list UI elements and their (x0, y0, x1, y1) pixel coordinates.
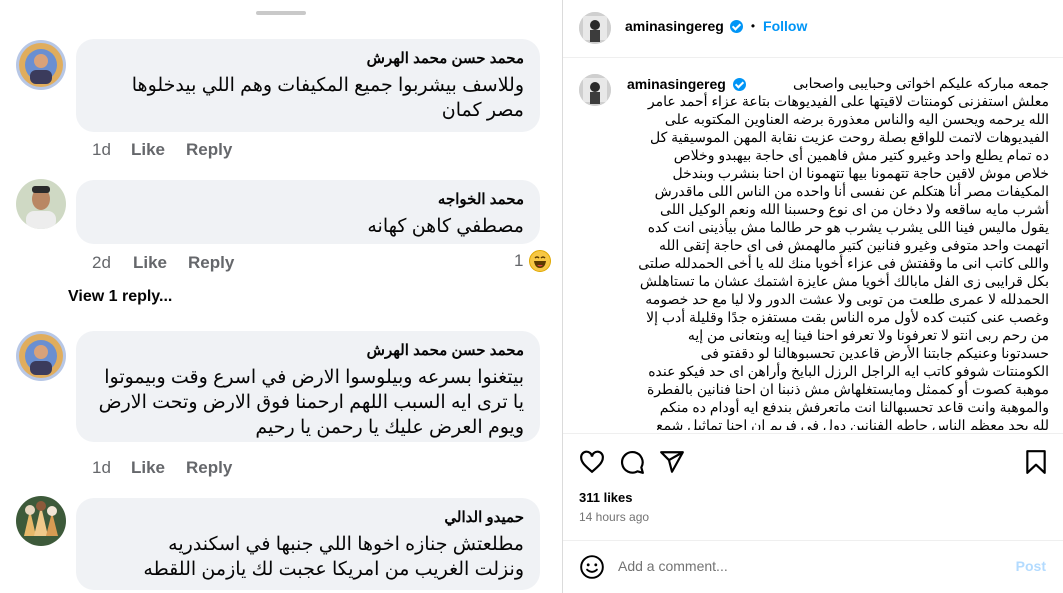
comments-panel: محمد حسن محمد الهرش وللاسف بيشربوا جميع … (0, 0, 562, 593)
comment-author[interactable]: محمد حسن محمد الهرش (92, 49, 524, 69)
avatar[interactable] (579, 12, 611, 44)
comment-bubble: محمد الخواجه مصطفي كاهن كهانه (76, 180, 540, 244)
comment-actions: 2d Like Reply (92, 253, 234, 273)
comment-bubble: محمد حسن محمد الهرش وللاسف بيشربوا جميع … (76, 39, 540, 132)
comment-input[interactable]: Add a comment... (618, 558, 728, 574)
comment-time: 2d (92, 253, 111, 272)
avatar[interactable] (16, 40, 66, 90)
avatar[interactable] (16, 496, 66, 546)
comment-author[interactable]: محمد حسن محمد الهرش (92, 341, 524, 361)
comment-author[interactable]: حميدو الدالي (92, 508, 524, 528)
comment-author[interactable]: محمد الخواجه (92, 190, 524, 210)
haha-reaction-icon (529, 250, 552, 272)
comment-reactions[interactable]: 1 (514, 250, 552, 272)
share-icon[interactable] (659, 449, 685, 475)
comment-text: مطلعتش جنازه اخوها اللي جنبها في اسكندري… (143, 534, 524, 580)
like-button[interactable]: Like (131, 458, 186, 478)
comment-text: مصطفي كاهن كهانه (367, 216, 524, 237)
instagram-post-panel: aminasingereg • Follow aminasingereg جمع… (562, 0, 1063, 593)
reply-button[interactable]: Reply (188, 253, 234, 273)
heart-icon[interactable] (579, 449, 605, 475)
comment-text: وللاسف بيشربوا جميع المكيفات وهم اللي بي… (131, 75, 524, 121)
post-time[interactable]: 14 hours ago (579, 510, 649, 524)
post-caption: aminasingereg جمعه مباركه عليكم اخواتى و… (579, 74, 1049, 430)
comment-bubble: محمد حسن محمد الهرش بيتغنوا بسرعه وبيلوس… (76, 331, 540, 442)
like-button[interactable]: Like (131, 140, 186, 160)
comment-box: Add a comment... Post (563, 540, 1063, 593)
post-username[interactable]: aminasingereg (625, 18, 724, 34)
likes-count[interactable]: 311 likes (579, 490, 633, 505)
reply-button[interactable]: Reply (186, 140, 232, 160)
like-button[interactable]: Like (133, 253, 188, 273)
bookmark-icon[interactable] (1023, 449, 1049, 475)
post-header: aminasingereg • Follow (563, 0, 1063, 58)
verified-badge-icon (729, 19, 743, 33)
view-replies-link[interactable]: View 1 reply... (68, 288, 172, 306)
comment-time: 1d (92, 140, 111, 159)
comment-text: بيتغنوا بسرعه وبيلوسوا الارض في اسرع وقت… (98, 367, 524, 438)
post-comment-button[interactable]: Post (1016, 558, 1046, 574)
reaction-count: 1 (514, 251, 524, 270)
follow-button[interactable]: Follow (763, 18, 807, 34)
avatar[interactable] (16, 179, 66, 229)
emoji-icon[interactable] (579, 554, 605, 580)
caption-text: جمعه مباركه عليكم اخواتى وحبايبى واصحابى… (638, 75, 1049, 430)
comment-actions: 1d Like Reply (92, 458, 232, 478)
post-actions (563, 433, 1063, 551)
comment-actions: 1d Like Reply (92, 140, 232, 160)
comment-time: 1d (92, 458, 111, 477)
comment-bubble: حميدو الدالي مطلعتش جنازه اخوها اللي جنب… (76, 498, 540, 590)
reply-button[interactable]: Reply (186, 458, 232, 478)
drag-handle[interactable] (256, 11, 306, 15)
avatar[interactable] (16, 331, 66, 381)
comment-icon[interactable] (619, 449, 645, 475)
separator-dot: • (750, 19, 756, 33)
